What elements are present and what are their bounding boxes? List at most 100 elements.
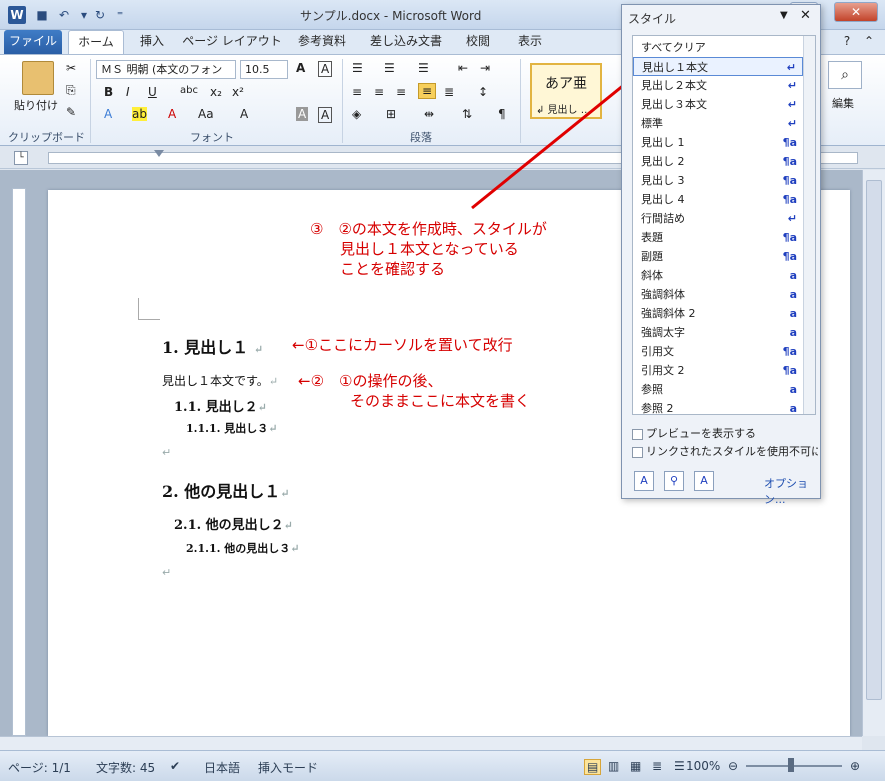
borders-icon[interactable]: ⊞ <box>386 107 396 121</box>
vertical-scrollbar[interactable] <box>862 170 885 736</box>
underline-button[interactable]: U <box>148 85 157 99</box>
tab-references[interactable]: 参考資料 <box>290 30 354 54</box>
style-item[interactable]: 行間詰め ↵ <box>633 209 803 228</box>
style-item-selected[interactable]: 見出し１本文 ↵ <box>633 57 803 76</box>
justify-icon[interactable]: ≡ <box>418 83 437 99</box>
full-screen-icon[interactable]: ▥ <box>608 759 619 773</box>
bullets-icon[interactable]: ☰ <box>352 61 363 75</box>
tab-insert[interactable]: 挿入 <box>134 30 170 54</box>
heading3-first[interactable]: 1.1.1. 見出し３↵ <box>186 420 278 436</box>
style-item[interactable]: 表題 ¶a <box>633 228 803 247</box>
edit-button-label[interactable]: 編集 <box>832 95 854 111</box>
multilevel-list-icon[interactable]: ☰ <box>418 61 429 75</box>
increase-indent-icon[interactable]: ⇥ <box>480 61 490 75</box>
shading-icon[interactable]: ◈ <box>352 107 361 121</box>
language[interactable]: 日本語 <box>204 759 240 776</box>
highlight-icon[interactable]: ab <box>132 107 147 121</box>
options-link[interactable]: オプション... <box>764 475 820 507</box>
zoom-in-icon[interactable]: ⊕ <box>850 759 860 773</box>
tab-home[interactable]: ホーム <box>68 30 124 54</box>
cut-icon[interactable]: ✂ <box>66 61 76 75</box>
enlarge-char-icon[interactable]: A <box>240 107 248 121</box>
print-layout-icon[interactable]: ▤ <box>584 759 602 775</box>
tab-review[interactable]: 校閲 <box>458 30 498 54</box>
superscript-button[interactable]: x² <box>232 85 244 99</box>
outline-icon[interactable]: ≣ <box>652 759 662 773</box>
pane-menu-icon[interactable]: ▼ <box>780 10 788 21</box>
close-button[interactable]: ✕ <box>834 2 878 22</box>
word-logo-icon[interactable]: W <box>8 6 26 24</box>
char-border-icon[interactable]: A <box>318 107 333 123</box>
vertical-ruler[interactable] <box>12 188 26 736</box>
heading1-first[interactable]: 1. 見出し１ ↵ <box>162 334 263 358</box>
manage-styles-icon[interactable]: A <box>694 471 714 491</box>
tab-view[interactable]: 表示 <box>510 30 550 54</box>
style-item[interactable]: 見出し３本文 ↵ <box>633 95 803 114</box>
subscript-button[interactable]: x₂ <box>210 85 222 99</box>
checkbox-icon[interactable] <box>632 446 643 458</box>
collapse-ribbon-icon[interactable]: ⌃ <box>860 30 878 54</box>
checkbox-icon[interactable] <box>632 428 643 440</box>
help-icon[interactable]: ? <box>838 30 856 54</box>
page-count[interactable]: ページ: 1/1 <box>8 759 71 776</box>
style-item[interactable]: 参照 2a <box>633 399 803 414</box>
pane-close-icon[interactable]: ✕ <box>800 8 811 23</box>
align-center-icon[interactable]: ≡ <box>374 85 384 99</box>
tab-selector-icon[interactable]: └ <box>14 151 28 165</box>
copy-icon[interactable]: ⎘ <box>66 83 76 98</box>
align-right-icon[interactable]: ≡ <box>396 85 406 99</box>
save-icon[interactable]: ■ <box>34 7 50 23</box>
style-list-scrollbar[interactable] <box>803 36 815 414</box>
align-left-icon[interactable]: ≡ <box>352 85 362 99</box>
char-count[interactable]: 文字数: 45 <box>96 759 155 776</box>
paste-icon[interactable] <box>22 61 54 95</box>
proofing-icon[interactable]: ✔ <box>170 759 180 773</box>
tab-page-layout[interactable]: ページ レイアウト <box>182 30 282 54</box>
style-item[interactable]: 強調太字 a <box>633 323 803 342</box>
paste-button-label[interactable]: 貼り付け <box>14 97 64 113</box>
heading2-second[interactable]: 2.1. 他の見出し２↵ <box>174 514 293 533</box>
text-effects-icon[interactable]: A <box>104 107 112 121</box>
heading3-second[interactable]: 2.1.1. 他の見出し３↵ <box>186 540 300 556</box>
style-item[interactable]: 引用文 ¶a <box>633 342 803 361</box>
strikethrough-button[interactable]: abc <box>180 85 198 96</box>
style-item[interactable]: 標準 ↵ <box>633 114 803 133</box>
distributed-icon[interactable]: ≣ <box>444 85 454 99</box>
style-item[interactable]: 参照 a <box>633 380 803 399</box>
empty-paragraph[interactable]: ↵ <box>162 446 171 459</box>
style-item[interactable]: 見出し２本文 ↵ <box>633 76 803 95</box>
font-name-combo[interactable]: ＭＳ 明朝 (本文のフォン <box>96 60 236 79</box>
insert-mode[interactable]: 挿入モード <box>258 759 318 776</box>
decrease-indent-icon[interactable]: ⇤ <box>458 61 468 75</box>
change-case-icon[interactable]: Aa <box>198 107 214 121</box>
bold-button[interactable]: B <box>104 85 113 99</box>
horizontal-scrollbar[interactable] <box>0 736 862 750</box>
tab-file[interactable]: ファイル <box>4 30 62 54</box>
line-spacing-icon[interactable]: ↕ <box>478 85 488 99</box>
style-gallery-item-heading1[interactable]: あア亜 ↲ 見出し … <box>530 63 602 119</box>
empty-paragraph[interactable]: ↵ <box>162 566 171 579</box>
zoom-slider[interactable] <box>746 765 842 767</box>
format-painter-icon[interactable]: ✎ <box>66 105 76 119</box>
italic-button[interactable]: I <box>126 85 130 99</box>
undo-icon[interactable]: ↶ <box>56 7 72 23</box>
preview-checkbox[interactable]: プレビューを表示する <box>632 425 756 441</box>
clear-format-icon[interactable]: A <box>318 61 333 77</box>
grow-font-icon[interactable]: A <box>296 61 305 75</box>
heading2-first[interactable]: 1.1. 見出し２↵ <box>174 396 267 415</box>
style-item[interactable]: 見出し 1 ¶a <box>633 133 803 152</box>
style-item[interactable]: 引用文 2 ¶a <box>633 361 803 380</box>
linked-styles-checkbox[interactable]: リンクされたスタイルを使用不可にする <box>632 443 818 459</box>
indent-marker-icon[interactable] <box>154 150 164 157</box>
show-marks-icon[interactable]: ¶ <box>498 107 506 121</box>
style-item[interactable]: すべてクリア <box>633 38 803 57</box>
style-item[interactable]: 強調斜体 2a <box>633 304 803 323</box>
char-shading-icon[interactable]: A <box>296 107 309 121</box>
style-item[interactable]: 斜体 a <box>633 266 803 285</box>
style-list[interactable]: すべてクリア 見出し１本文 ↵ 見出し２本文 ↵ 見出し３本文 ↵ 標準 ↵ 見出し 1… <box>632 35 816 415</box>
binoculars-icon[interactable]: ⌕ <box>828 61 862 89</box>
tab-mailings[interactable]: 差し込み文書 <box>366 30 446 54</box>
char-spacing-icon[interactable]: ⇹ <box>424 107 434 121</box>
zoom-out-icon[interactable]: ⊖ <box>728 759 738 773</box>
style-item[interactable]: 副題 ¶a <box>633 247 803 266</box>
